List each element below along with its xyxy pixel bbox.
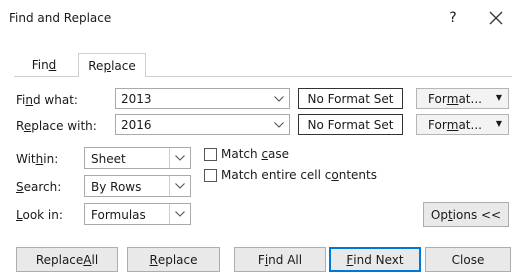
replace-label-post: eplace — [157, 252, 198, 267]
caret-down-icon: ▼ — [495, 93, 502, 102]
find-what-dropdown[interactable] — [270, 89, 288, 108]
match-entire-label-post: ntents — [338, 168, 377, 182]
replace-all-label-accel: A — [83, 252, 92, 267]
match-case-label-post: ase — [268, 147, 290, 161]
help-button[interactable]: ? — [443, 10, 463, 26]
replace-all-label-post: ll — [91, 252, 99, 267]
find-format-label-post: at... — [458, 91, 482, 106]
match-case-label[interactable]: Match case — [221, 147, 289, 161]
tab-replace[interactable]: Re p lace — [78, 53, 146, 77]
title-bar: Find and Replace ? — [0, 0, 517, 38]
find-next-button[interactable]: Find Next — [329, 247, 421, 272]
tab-replace-label-post: lace — [111, 58, 136, 73]
search-dropdown[interactable] — [169, 176, 190, 196]
find-format-button[interactable]: For m at... ▼ — [416, 88, 509, 109]
replace-label-accel: R — [149, 252, 158, 267]
find-replace-dialog: Find and Replace ? Fin d Re p lace Find wha… — [0, 0, 517, 280]
search-label: Search: — [16, 180, 61, 194]
look-in-label: Look in: — [16, 208, 63, 222]
look-in-label-post: ook in: — [22, 208, 63, 222]
tab-find-label-accel: d — [48, 58, 57, 72]
replace-with-label-pre: R — [16, 119, 24, 133]
within-dropdown[interactable] — [169, 148, 190, 168]
search-label-post: earch: — [23, 180, 62, 194]
options-button[interactable]: Op t ions << — [423, 202, 509, 227]
replace-with-input[interactable]: 2016 — [115, 114, 290, 135]
find-format-label-pre: For — [428, 91, 447, 106]
find-what-input[interactable]: 2013 — [115, 88, 290, 109]
chevron-down-icon — [274, 121, 284, 128]
replace-with-dropdown[interactable] — [270, 115, 288, 134]
within-label: Within: — [16, 152, 58, 166]
replace-with-label: Replace with: — [16, 119, 97, 133]
within-value: Sheet — [91, 152, 126, 166]
match-case-label-pre: Match — [221, 147, 262, 161]
find-all-label-pre: F — [257, 252, 265, 267]
tab-replace-label-pre: Re — [88, 58, 104, 73]
match-entire-cell-checkbox[interactable] — [204, 169, 217, 182]
search-label-accel: S — [16, 180, 24, 194]
close-window-button[interactable] — [482, 5, 510, 31]
search-value: By Rows — [91, 180, 142, 194]
find-all-label-post: nd All — [268, 252, 303, 267]
replace-format-label-pre: For — [428, 117, 447, 132]
replace-button[interactable]: Replace — [127, 247, 220, 272]
replace-with-label-post: place with: — [31, 119, 97, 133]
options-label-post: ions << — [452, 207, 502, 222]
search-select[interactable]: By Rows — [84, 175, 191, 197]
replace-with-value: 2016 — [121, 118, 152, 132]
within-label-post: in: — [43, 152, 59, 166]
replace-format-label-post: at... — [458, 117, 482, 132]
tab-find[interactable]: Fin d — [14, 53, 74, 77]
find-what-label-accel: n — [25, 93, 33, 107]
replace-format-button[interactable]: For m at... ▼ — [416, 114, 509, 135]
tab-replace-label-accel: p — [103, 58, 112, 73]
caret-down-icon: ▼ — [495, 119, 502, 128]
tab-find-label-pre: Fin — [31, 58, 49, 72]
replace-format-label-accel: m — [446, 117, 459, 132]
close-label: Close — [451, 252, 485, 267]
chevron-down-icon — [175, 211, 185, 217]
chevron-down-icon — [175, 183, 185, 189]
options-label-pre: Op — [430, 207, 448, 222]
find-what-label-post: d what: — [32, 93, 78, 107]
within-label-pre: Wit — [16, 152, 36, 166]
match-entire-label-pre: Match entire cell c — [221, 168, 332, 182]
close-icon — [489, 11, 503, 25]
close-button[interactable]: Close — [425, 247, 511, 272]
find-next-label-accel: F — [346, 252, 354, 267]
look-in-value: Formulas — [91, 208, 146, 222]
dialog-title: Find and Replace — [9, 11, 112, 25]
match-case-checkbox[interactable] — [204, 148, 217, 161]
find-all-button[interactable]: Fi nd All — [234, 247, 326, 272]
replace-all-button[interactable]: Replace All — [16, 247, 118, 272]
find-format-label-accel: m — [446, 91, 459, 106]
replace-all-label-pre: Replace — [35, 252, 84, 267]
chevron-down-icon — [175, 155, 185, 161]
match-entire-cell-label[interactable]: Match entire cell contents — [221, 168, 377, 182]
look-in-select[interactable]: Formulas — [84, 203, 191, 225]
look-in-dropdown[interactable] — [169, 204, 190, 224]
find-what-label: Find what: — [16, 93, 78, 107]
match-entire-label-accel: o — [331, 168, 339, 182]
within-select[interactable]: Sheet — [84, 147, 191, 169]
chevron-down-icon — [274, 95, 284, 102]
find-what-label-pre: Fi — [16, 93, 26, 107]
find-format-status: No Format Set — [298, 88, 403, 109]
find-next-label-post: ind Next — [353, 252, 404, 267]
replace-format-status: No Format Set — [298, 114, 403, 135]
find-what-value: 2013 — [121, 92, 152, 106]
